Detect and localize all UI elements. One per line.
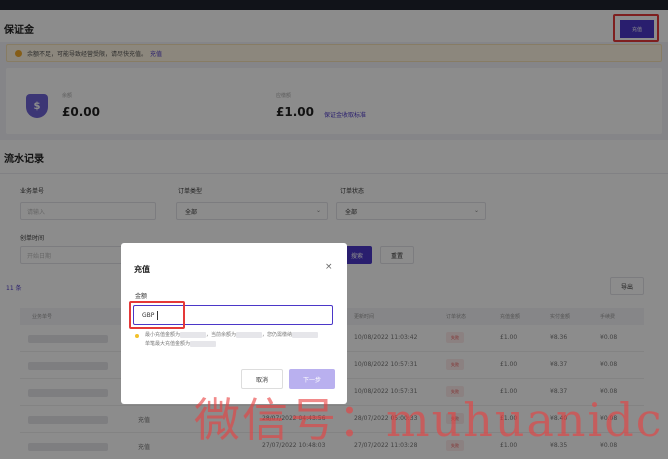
amount-label: 金额 (135, 293, 148, 300)
tip-text: 单笔最大充值金额为 (145, 341, 191, 347)
redacted-value (236, 331, 263, 338)
redacted-value (292, 331, 319, 338)
highlight-box-amount (129, 301, 185, 329)
redacted-value (180, 331, 207, 338)
tip-line-2: 单笔最大充值金额为 (135, 340, 318, 349)
watermark-text: 微信号：muhuanidc (194, 393, 664, 447)
redacted-value (190, 340, 217, 347)
tip-text: 最小充值金额为 (145, 332, 181, 338)
close-icon[interactable]: × (325, 262, 333, 272)
tip-text: ，当前余额为 (206, 332, 237, 338)
tip-dot-icon (135, 334, 139, 338)
tip-line-1: 最小充值金额为 ，当前余额为 ，您仍需缴纳 (135, 331, 319, 340)
dialog-title: 充值 (134, 265, 150, 274)
recharge-tips: 最小充值金额为 ，当前余额为 ，您仍需缴纳 单笔最大充值金额为 (135, 331, 319, 349)
tip-text: ，您仍需缴纳 (262, 332, 293, 338)
